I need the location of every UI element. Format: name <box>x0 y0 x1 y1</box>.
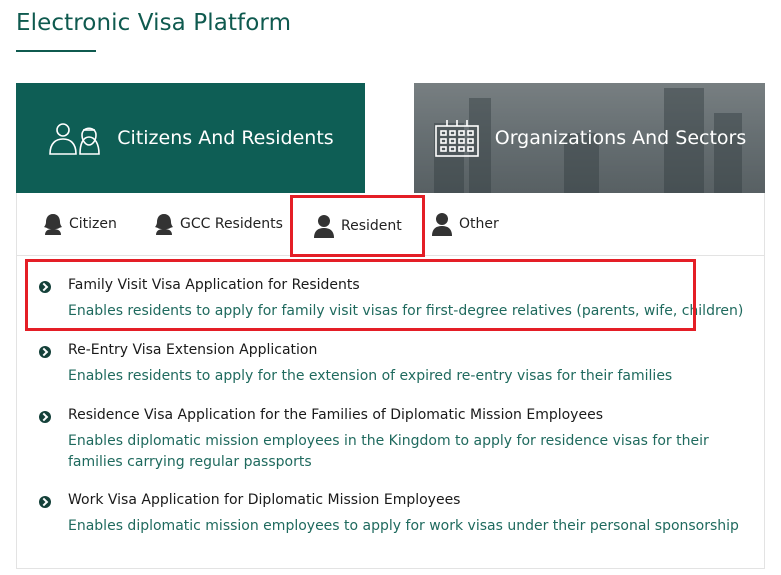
service-title[interactable]: Residence Visa Application for the Famil… <box>68 407 603 423</box>
service-description: Enables residents to apply for the exten… <box>68 368 673 384</box>
subtab-gcc-residents[interactable]: GCC Residents <box>154 207 283 241</box>
tab-organizations-and-sectors[interactable]: Organizations And Sectors <box>414 83 765 193</box>
highlight-box <box>25 259 696 331</box>
tab-citizens-and-residents[interactable]: Citizens And Residents <box>16 83 365 193</box>
page-title: Electronic Visa Platform <box>16 10 292 36</box>
service-description: Enables diplomatic mission employees in … <box>68 433 709 470</box>
subtab-resident-label: Resident <box>341 218 402 234</box>
citizens-residents-icon <box>47 121 103 155</box>
chevron-right-icon <box>39 411 51 423</box>
building-icon <box>433 118 481 158</box>
subtab-citizen-label: Citizen <box>69 216 117 232</box>
title-underline <box>16 50 96 52</box>
service-description: Enables diplomatic mission employees to … <box>68 518 739 534</box>
female-user-icon <box>43 213 63 235</box>
subtab-gcc-residents-label: GCC Residents <box>180 216 283 232</box>
user-icon <box>431 212 453 236</box>
female-user-icon <box>154 213 174 235</box>
tab-citizens-and-residents-label: Citizens And Residents <box>117 127 334 149</box>
chevron-right-icon <box>39 346 51 358</box>
service-title[interactable]: Re-Entry Visa Extension Application <box>68 342 317 358</box>
category-tabs: Citizens And Residents Organizations And… <box>16 83 765 193</box>
subtabs: Citizen GCC Residents Resident Other <box>17 193 764 257</box>
services-panel: Citizen GCC Residents Resident Other Fam… <box>16 193 765 569</box>
subtab-citizen[interactable]: Citizen <box>43 207 117 241</box>
subtab-other-label: Other <box>459 216 499 232</box>
user-icon <box>313 214 335 238</box>
subtab-other[interactable]: Other <box>431 207 499 241</box>
chevron-right-icon <box>39 496 51 508</box>
service-title[interactable]: Work Visa Application for Diplomatic Mis… <box>68 492 460 508</box>
subtab-resident[interactable]: Resident <box>290 195 425 257</box>
tab-organizations-and-sectors-label: Organizations And Sectors <box>494 127 747 149</box>
